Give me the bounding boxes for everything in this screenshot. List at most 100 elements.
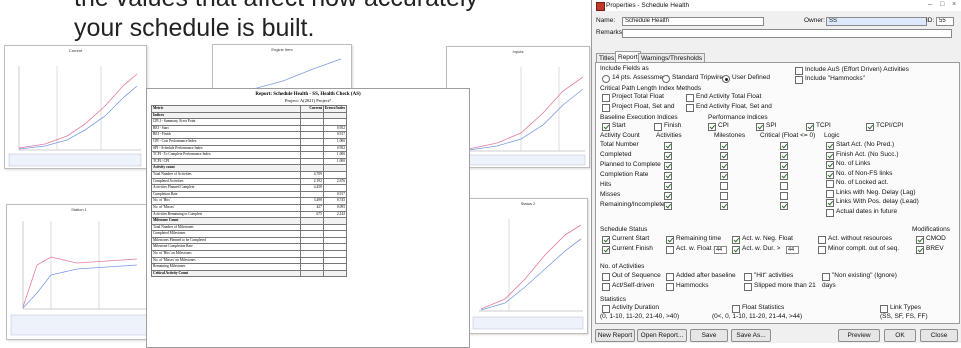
report-row: TCPI / CPI 1.000 <box>151 157 348 166</box>
report-cell-current <box>299 118 324 126</box>
tcpi-cpi-checkbox[interactable] <box>866 123 874 131</box>
report-header-row: Metric Current Errors/Index <box>151 105 348 113</box>
float-threshold-input[interactable]: 44 <box>714 246 727 254</box>
id-field[interactable]: 55 <box>936 17 954 26</box>
count-activities-checkbox[interactable] <box>664 172 672 180</box>
count-milestones-checkbox[interactable] <box>720 152 728 160</box>
radio-user-defined[interactable] <box>722 75 730 83</box>
neg-float-checkbox[interactable] <box>732 236 740 244</box>
logic-item-checkbox[interactable] <box>826 170 834 179</box>
count-activities-checkbox[interactable] <box>664 162 672 170</box>
spi-checkbox[interactable] <box>756 123 764 131</box>
count-critical-checkbox[interactable] <box>780 202 788 210</box>
count-milestones-checkbox[interactable] <box>720 172 728 180</box>
report-cell-current <box>299 223 324 232</box>
report-row: No. of 'Misses' 427 0.095 <box>151 203 348 212</box>
dur-threshold-input[interactable]: 44 <box>786 246 799 254</box>
report-cell-prev <box>322 223 348 232</box>
minor-complt-checkbox[interactable] <box>818 246 826 254</box>
cmod-checkbox[interactable] <box>916 236 924 244</box>
non-existing-checkbox[interactable] <box>822 273 830 281</box>
ok-button[interactable]: OK <box>884 329 916 342</box>
count-activities-checkbox[interactable] <box>664 192 672 200</box>
logic-item-checkbox[interactable] <box>826 199 834 207</box>
save-button[interactable]: Save <box>690 329 728 342</box>
report-cell-label: BEI - Start <box>151 124 301 133</box>
self-driven-checkbox[interactable] <box>602 283 610 291</box>
new-report-button[interactable]: New Report <box>595 329 635 342</box>
report-section-row: Milestone Count <box>151 217 348 225</box>
logic-item-checkbox[interactable] <box>826 180 834 188</box>
include-hammocks-checkbox[interactable] <box>795 76 803 84</box>
minimize-icon[interactable]: – <box>928 1 932 8</box>
close-icon[interactable]: × <box>952 1 956 8</box>
logic-item-checkbox[interactable] <box>826 161 834 169</box>
link-types-checkbox[interactable] <box>880 305 888 313</box>
report-cell-prev: 1.000 <box>322 157 348 166</box>
count-activities-checkbox[interactable] <box>664 152 672 160</box>
act-float-checkbox[interactable] <box>666 246 674 254</box>
cp-end-activity-total-float[interactable] <box>686 94 694 102</box>
count-activities-checkbox[interactable] <box>664 142 672 150</box>
current-start-checkbox[interactable] <box>602 236 610 244</box>
cp-end-activity-float-set[interactable] <box>686 104 694 112</box>
no-resources-checkbox[interactable] <box>818 236 826 244</box>
act-dur-checkbox[interactable] <box>732 246 740 254</box>
maximize-icon[interactable]: □ <box>940 1 944 8</box>
hammocks-checkbox[interactable] <box>666 283 674 291</box>
preview-button[interactable]: Preview <box>838 329 880 342</box>
remarks-field[interactable] <box>622 29 952 38</box>
cp-project-float-set[interactable] <box>602 104 610 112</box>
report-cell-label: Completed Milestones <box>151 230 301 238</box>
report-cell-current: 2,192 <box>299 177 324 186</box>
cpi-checkbox[interactable] <box>708 123 716 131</box>
count-critical-checkbox[interactable] <box>780 142 788 150</box>
brev-checkbox[interactable] <box>916 246 924 254</box>
report-cell-label: Critical Activity Count <box>151 269 301 278</box>
close-button[interactable]: Close <box>920 329 958 342</box>
activity-duration-checkbox[interactable] <box>602 305 610 313</box>
float-statistics-checkbox[interactable] <box>732 305 740 313</box>
open-report-button[interactable]: Open Report... <box>637 329 687 342</box>
schedule-status-label: Schedule Status <box>600 226 648 233</box>
radio-14pts-label: 14 pts. Assessment <box>612 74 669 81</box>
count-critical-checkbox[interactable] <box>780 182 788 190</box>
added-after-baseline-checkbox[interactable] <box>666 273 674 281</box>
slipped-checkbox[interactable] <box>744 283 752 291</box>
count-critical-checkbox[interactable] <box>780 192 788 200</box>
report-cell-label: Total Number of Activities <box>151 170 301 179</box>
logic-item-checkbox[interactable] <box>826 142 834 150</box>
current-finish-checkbox[interactable] <box>602 246 610 254</box>
report-row: BEI - Start 0.952 <box>151 124 348 133</box>
count-critical-checkbox[interactable] <box>780 162 788 170</box>
save-as-button[interactable]: Save As... <box>731 329 771 342</box>
count-activities-checkbox[interactable] <box>664 202 672 210</box>
radio-standard-tripwire[interactable] <box>662 75 670 83</box>
bei-start-checkbox[interactable] <box>602 123 610 131</box>
logic-item-checkbox[interactable] <box>826 189 834 198</box>
count-milestones-checkbox[interactable] <box>720 142 728 150</box>
count-milestones-checkbox[interactable] <box>720 182 728 190</box>
radio-14pts[interactable] <box>602 75 610 83</box>
count-critical-checkbox[interactable] <box>780 152 788 160</box>
bei-finish-checkbox[interactable] <box>654 123 662 131</box>
count-milestones-checkbox[interactable] <box>720 162 728 170</box>
owner-label: Owner: <box>804 17 825 24</box>
count-milestones-checkbox[interactable] <box>720 202 728 210</box>
tcpi-checkbox[interactable] <box>806 123 814 131</box>
count-activities-checkbox[interactable] <box>664 182 672 190</box>
count-milestones-checkbox[interactable] <box>720 192 728 200</box>
hit-activities-checkbox[interactable] <box>744 273 752 281</box>
name-label: Name: <box>596 17 616 24</box>
report-cell-label: No. of 'Hits' on Milestones <box>151 250 301 258</box>
count-critical-checkbox[interactable] <box>780 172 788 180</box>
report-cell-label: Activity count <box>151 164 301 172</box>
remaining-time-checkbox[interactable] <box>666 236 674 244</box>
include-aus-checkbox[interactable] <box>795 67 803 75</box>
name-field[interactable]: Schedule Health <box>622 17 764 26</box>
logic-item-checkbox[interactable] <box>826 208 834 217</box>
out-of-sequence-checkbox[interactable] <box>602 273 610 281</box>
owner-field[interactable]: SS <box>826 17 927 26</box>
cp-project-total-float[interactable] <box>602 94 610 102</box>
logic-item-checkbox[interactable] <box>826 151 834 160</box>
